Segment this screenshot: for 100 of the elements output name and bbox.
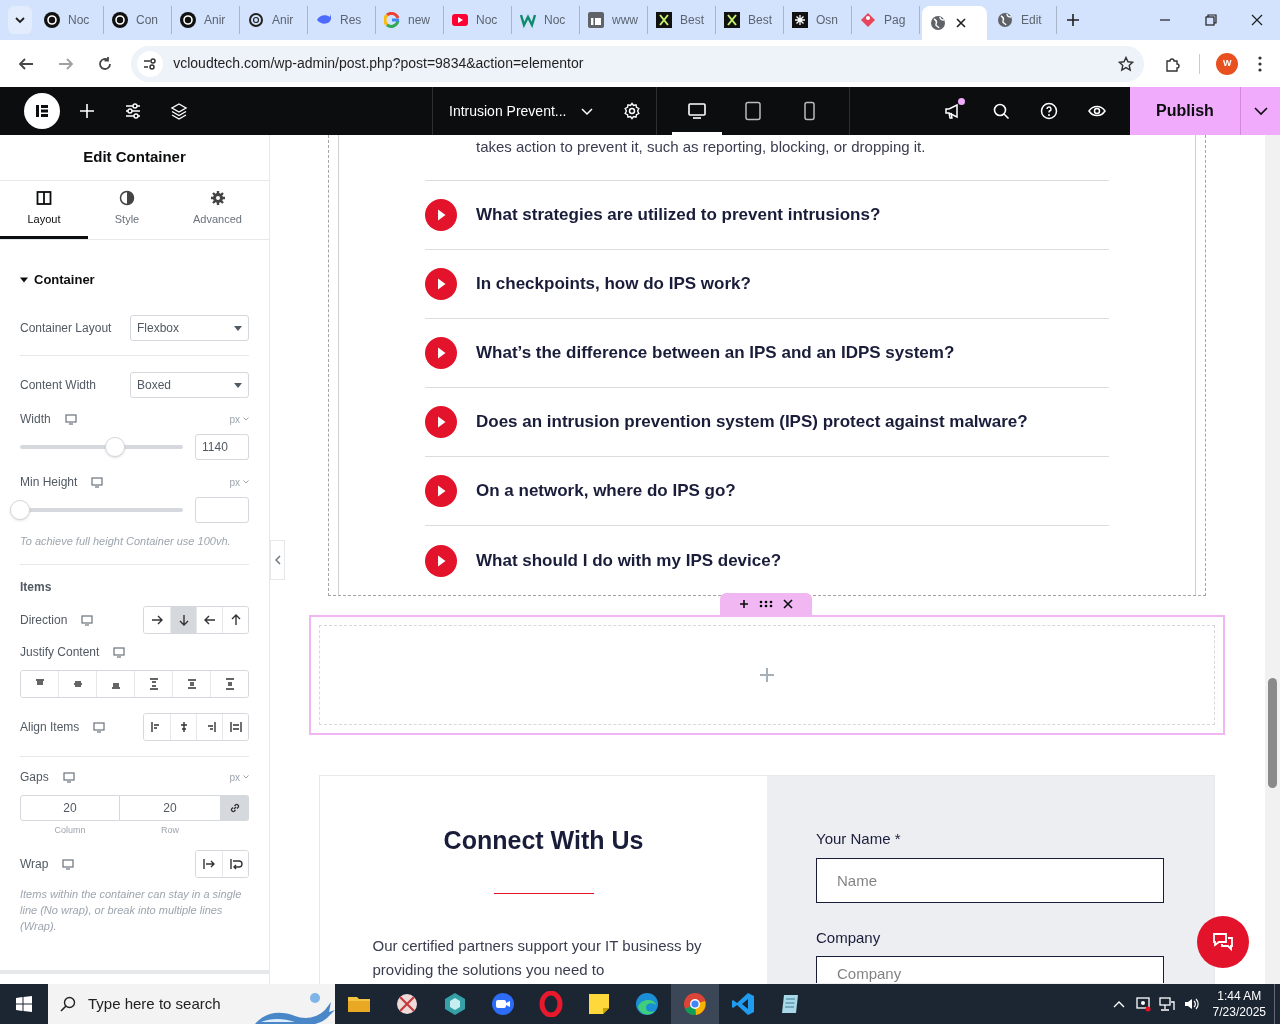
segmented-control[interactable] (143, 713, 249, 741)
chevron-down-icon (580, 105, 593, 117)
close-icon[interactable] (783, 599, 793, 609)
monitor-icon[interactable] (91, 476, 104, 488)
panel-tab[interactable]: Style (88, 181, 166, 239)
browser-tab[interactable]: Con (104, 6, 172, 34)
browser-tab[interactable]: Osn (784, 6, 852, 34)
faq-question[interactable]: What strategies are utilized to prevent intrusions? (476, 202, 881, 228)
columns-icon (36, 189, 52, 206)
browser-tab[interactable]: Best (648, 6, 716, 34)
option-button[interactable] (222, 607, 248, 633)
publish-button[interactable]: Publish (1130, 87, 1240, 135)
browser-tab[interactable]: Best (716, 6, 784, 34)
text-input[interactable]: Name (816, 857, 1164, 903)
segmented-control[interactable] (195, 850, 249, 878)
play-icon[interactable] (425, 544, 457, 577)
monitor-icon[interactable] (93, 721, 106, 733)
number-input[interactable] (195, 497, 249, 523)
globe-icon (930, 15, 946, 31)
browser-tab[interactable]: Anir (172, 6, 240, 34)
square-logo-icon (588, 12, 604, 28)
settings-icon (623, 102, 641, 120)
swirl-icon (634, 991, 660, 1017)
select-dropdown[interactable]: Boxed (130, 372, 249, 398)
faq-question[interactable]: What should I do with my IPS device? (476, 547, 782, 574)
segmented-control[interactable] (20, 670, 249, 698)
bookmark-star-icon[interactable] (1117, 55, 1134, 72)
ring-logo-icon (180, 12, 196, 28)
close-icon[interactable] (956, 18, 966, 28)
browser-tab[interactable]: new (376, 6, 444, 34)
browser-tab[interactable]: Edit (989, 6, 1057, 34)
play-icon[interactable] (425, 337, 457, 369)
option-button[interactable] (170, 607, 196, 633)
tag-logo-icon (860, 12, 876, 28)
clock-button[interactable]: 1:44 AM 7/23/2025 (1212, 988, 1266, 1020)
browser-tab[interactable]: Noc (36, 6, 104, 34)
option-button[interactable] (222, 714, 248, 740)
slider-thumb[interactable] (10, 500, 30, 520)
browser-tab[interactable]: www (580, 6, 648, 34)
faq-question[interactable]: In checkpoints, how do IPS work? (476, 271, 751, 297)
help-text: Items within the container can stay in a single line (No wrap), or break into multiple lines (Wrap). (20, 887, 243, 934)
help-icon (1040, 102, 1058, 120)
panel-tab[interactable]: Layout (0, 181, 88, 239)
row-gap-input[interactable]: 20 (120, 795, 220, 821)
option-button[interactable] (222, 851, 248, 877)
number-input[interactable]: 1140 (195, 434, 249, 460)
chat-button[interactable] (1197, 916, 1249, 968)
document-title-dropdown[interactable]: Intrusion Prevent... (449, 100, 593, 122)
control-label: Direction (20, 612, 68, 629)
spark-logo-icon (792, 12, 808, 28)
slider-thumb[interactable] (104, 437, 125, 457)
browser-tab[interactable]: Noc (512, 6, 580, 34)
text-input[interactable]: Company (816, 956, 1164, 983)
caret-down-icon (234, 325, 242, 331)
play-icon[interactable] (425, 268, 457, 300)
zigzag-logo-icon (520, 12, 536, 28)
profile-avatar[interactable]: W (1216, 52, 1239, 75)
column-gap-input[interactable]: 20 (20, 795, 120, 821)
faq-question[interactable]: Does an intrusion prevention system (IPS) protect against malware? (476, 409, 1028, 435)
logo-button[interactable] (24, 93, 60, 129)
volume-icon[interactable] (1182, 996, 1199, 1012)
link-values-button[interactable] (220, 795, 249, 821)
play-icon[interactable] (425, 406, 457, 438)
play-icon[interactable] (425, 475, 457, 507)
tab-list-button[interactable] (8, 6, 32, 34)
monitor-icon[interactable] (64, 413, 77, 425)
faq-question[interactable]: On a network, where do IPS go? (476, 478, 736, 504)
panel-tab[interactable]: Advanced (166, 181, 269, 239)
align-stretch-icon (228, 720, 243, 734)
layers-icon (170, 102, 188, 120)
scrollbar-thumb[interactable] (1268, 678, 1277, 788)
browser-tab[interactable]: Res (308, 6, 376, 34)
select-dropdown[interactable]: Flexbox (130, 315, 249, 341)
monitor-icon[interactable] (62, 858, 75, 870)
play-icon[interactable] (425, 199, 457, 231)
browser-icon (682, 991, 708, 1017)
option-button[interactable] (210, 671, 248, 697)
monitor-icon[interactable] (62, 771, 75, 783)
scrollbar[interactable] (1265, 135, 1280, 984)
monitor-icon[interactable] (113, 646, 126, 658)
browser-tab[interactable]: Noc (444, 6, 512, 34)
browser-tab[interactable]: Anir (240, 6, 308, 34)
add-icon[interactable] (739, 599, 749, 609)
help-text: To achieve full height Container use 100vh. (20, 534, 232, 549)
drag-handle-icon[interactable] (759, 599, 773, 609)
link-icon (228, 802, 241, 814)
search-field[interactable]: Type here to search (48, 984, 335, 1024)
monitor-icon[interactable] (81, 614, 94, 626)
browser-tab[interactable] (922, 6, 987, 40)
browser-tab[interactable]: Pag (852, 6, 920, 34)
section-toggle[interactable]: Container (20, 268, 249, 292)
chevron-down-icon (1253, 104, 1268, 118)
segmented-control[interactable] (143, 606, 249, 634)
answer-text: takes action to prevent it, such as reporting, blocking, or dropping it. (476, 137, 927, 157)
network-icon[interactable] (1158, 996, 1175, 1012)
site-settings-icon[interactable] (143, 56, 158, 71)
address-bar[interactable]: vcloudtech.com/wp-admin/post.php?post=9834&action=elementor (131, 45, 1144, 82)
restore-icon (1204, 13, 1218, 27)
faq-question[interactable]: What’s the difference between an IPS and an IDPS system? (476, 340, 955, 366)
meeting-icon[interactable] (1134, 996, 1151, 1012)
